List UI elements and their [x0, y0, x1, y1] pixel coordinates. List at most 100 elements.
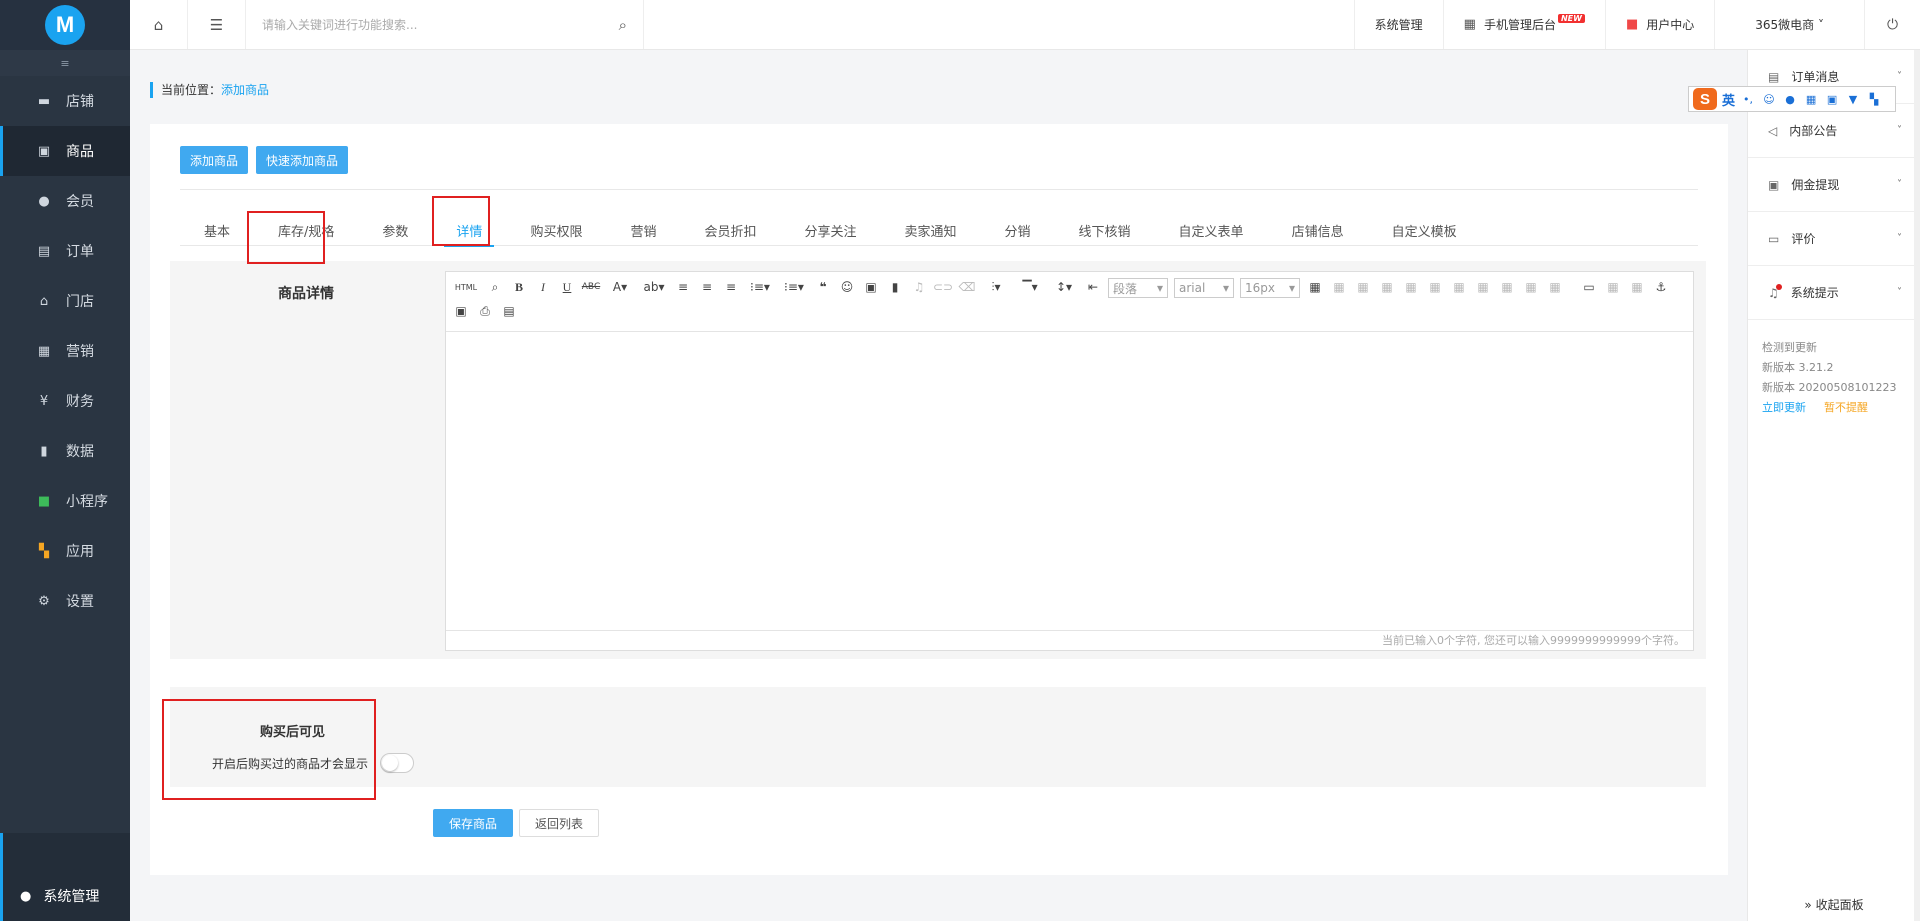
anchor-icon[interactable]: ⚓: [1652, 278, 1670, 296]
sidebar-item-shop[interactable]: ⌂ 门店: [0, 276, 130, 326]
link-icon[interactable]: ⊂⊃: [933, 278, 953, 296]
sidebar-item-order[interactable]: ▤ 订单: [0, 226, 130, 276]
align-left-icon[interactable]: ≡: [674, 278, 692, 296]
unordered-list-icon[interactable]: ⁝≡▾: [780, 278, 808, 296]
blockquote-icon[interactable]: ❝: [814, 278, 832, 296]
emoji-icon[interactable]: ☺: [838, 278, 856, 296]
sidebar-item-marketing[interactable]: ▦ 营销: [0, 326, 130, 376]
punctuation-icon[interactable]: •,: [1740, 93, 1756, 106]
outdent-icon[interactable]: ⇤: [1084, 278, 1102, 296]
update-now-link[interactable]: 立即更新: [1762, 401, 1806, 414]
font-color-icon[interactable]: A▾: [606, 278, 634, 296]
tab-params[interactable]: 参数: [358, 214, 432, 246]
sidebar-item-goods[interactable]: ▣ 商品: [0, 126, 130, 176]
html-source-icon[interactable]: HTML: [452, 278, 480, 296]
table-delete-col-icon[interactable]: ▦: [1402, 278, 1420, 296]
collapse-panel-button[interactable]: » 收起面板: [1748, 887, 1920, 921]
sidebar-collapse-icon[interactable]: ≡: [0, 50, 130, 76]
add-goods-button[interactable]: 添加商品: [180, 146, 249, 174]
panel-commission-withdraw[interactable]: ▣ 佣金提现 ˅: [1748, 158, 1920, 212]
strikethrough-icon[interactable]: ABC: [582, 278, 600, 296]
buy-visible-toggle[interactable]: [380, 753, 415, 773]
line-height-icon[interactable]: ↕▾: [1050, 278, 1078, 296]
table-delete-icon[interactable]: ▦: [1546, 278, 1564, 296]
shop-switcher[interactable]: 365微电商 ˅: [1714, 0, 1864, 49]
tab-custom-template[interactable]: 自定义模板: [1368, 214, 1481, 246]
tab-distribution[interactable]: 分销: [981, 214, 1055, 246]
sidebar-item-miniapp[interactable]: ■ 小程序: [0, 476, 130, 526]
table-merge-icon[interactable]: ▦: [1426, 278, 1444, 296]
font-size-select[interactable]: 16px ▾: [1240, 278, 1300, 298]
skin-icon[interactable]: ▼: [1845, 93, 1861, 106]
panel-system-tips[interactable]: ♫ 系统提示 ˅: [1748, 266, 1920, 320]
split-cells-icon[interactable]: ▦: [1628, 278, 1646, 296]
microphone-icon[interactable]: ●: [1782, 93, 1798, 106]
tab-custom-form[interactable]: 自定义表单: [1155, 214, 1268, 246]
bold-icon[interactable]: B: [510, 278, 528, 296]
sidebar-item-settings[interactable]: ⚙ 设置: [0, 576, 130, 626]
editor-content[interactable]: [446, 332, 1693, 630]
home-button[interactable]: ⌂: [130, 0, 188, 49]
sogou-logo-icon[interactable]: S: [1693, 88, 1717, 110]
logo[interactable]: M: [0, 0, 130, 50]
sidebar-system-admin[interactable]: ● 系统管理: [0, 833, 130, 921]
merge-cells-icon[interactable]: ▦: [1604, 278, 1622, 296]
toolbox-icon[interactable]: ▣: [1824, 93, 1840, 106]
menu-grid-icon[interactable]: ▚: [1866, 93, 1882, 106]
highlight-color-icon[interactable]: ab▾: [640, 278, 668, 296]
mobile-admin-link[interactable]: ▦ 手机管理后台 NEW: [1442, 0, 1605, 49]
save-goods-button[interactable]: 保存商品: [433, 809, 513, 837]
font-family-select[interactable]: arial ▾: [1174, 278, 1234, 298]
tab-store-info[interactable]: 店铺信息: [1268, 214, 1368, 246]
video-icon[interactable]: ▮: [886, 278, 904, 296]
back-to-list-button[interactable]: 返回列表: [519, 809, 599, 837]
user-center-link[interactable]: ■ 用户中心: [1604, 0, 1714, 49]
quick-add-goods-button[interactable]: 快速添加商品: [256, 146, 349, 174]
sidebar-item-apps[interactable]: ▚ 应用: [0, 526, 130, 576]
logout-button[interactable]: ⏻: [1864, 0, 1920, 49]
sidebar-item-store[interactable]: ▬ 店铺: [0, 76, 130, 126]
tab-purchase-permission[interactable]: 购买权限: [506, 214, 606, 246]
menu-button[interactable]: ☰: [188, 0, 246, 49]
system-admin-link[interactable]: 系统管理: [1353, 0, 1443, 49]
paragraph-format-icon[interactable]: ▔▾: [1016, 278, 1044, 296]
preview-icon[interactable]: ⌕: [486, 278, 504, 296]
tab-member-discount[interactable]: 会员折扣: [680, 214, 780, 246]
sidebar-item-member[interactable]: ● 会员: [0, 176, 130, 226]
table-split-icon[interactable]: ▦: [1450, 278, 1468, 296]
breadcrumb-current[interactable]: 添加商品: [221, 83, 269, 97]
table-split-rows-icon[interactable]: ▦: [1498, 278, 1516, 296]
table-insert-row-icon[interactable]: ▦: [1330, 278, 1348, 296]
tab-basic[interactable]: 基本: [180, 214, 254, 246]
tab-seller-notify[interactable]: 卖家通知: [881, 214, 981, 246]
tab-offline-verify[interactable]: 线下核销: [1055, 214, 1155, 246]
print-icon[interactable]: ⎙: [476, 302, 494, 320]
paragraph-select[interactable]: 段落 ▾: [1108, 278, 1168, 298]
music-icon[interactable]: ♫: [910, 278, 928, 296]
keyboard-icon[interactable]: ▦: [1803, 93, 1819, 106]
eraser-icon[interactable]: ⌫: [958, 278, 976, 296]
search-input[interactable]: 请输入关键词进行功能搜索... ⌕: [246, 0, 644, 49]
underline-icon[interactable]: U: [558, 278, 576, 296]
table-insert-col-icon[interactable]: ▦: [1354, 278, 1372, 296]
image-icon[interactable]: ▣: [862, 278, 880, 296]
ordered-list-icon[interactable]: ⁝≡▾: [746, 278, 774, 296]
panel-reviews[interactable]: ▭ 评价 ˅: [1748, 212, 1920, 266]
emoji-icon[interactable]: ☺: [1761, 93, 1777, 106]
tab-marketing[interactable]: 营销: [606, 214, 680, 246]
table-cell-icon[interactable]: ▦: [1474, 278, 1492, 296]
table-delete-row-icon[interactable]: ▦: [1378, 278, 1396, 296]
tab-stock[interactable]: 库存/规格: [254, 214, 358, 246]
panel-internal-notice[interactable]: ◁ 内部公告 ˅: [1748, 104, 1920, 158]
indent-icon[interactable]: ⫶▾: [982, 278, 1010, 296]
search-icon[interactable]: ⌕: [619, 16, 627, 34]
table-icon[interactable]: ▦: [1306, 278, 1324, 296]
page-scrollbar[interactable]: [1914, 50, 1920, 921]
tab-share[interactable]: 分享关注: [780, 214, 880, 246]
ime-language-toggle[interactable]: 英: [1722, 90, 1735, 109]
table-split-cols-icon[interactable]: ▦: [1522, 278, 1540, 296]
align-right-icon[interactable]: ≡: [722, 278, 740, 296]
sidebar-item-data[interactable]: ▮ 数据: [0, 426, 130, 476]
remind-later-link[interactable]: 暂不提醒: [1824, 401, 1868, 414]
paste-icon[interactable]: ▤: [500, 302, 518, 320]
